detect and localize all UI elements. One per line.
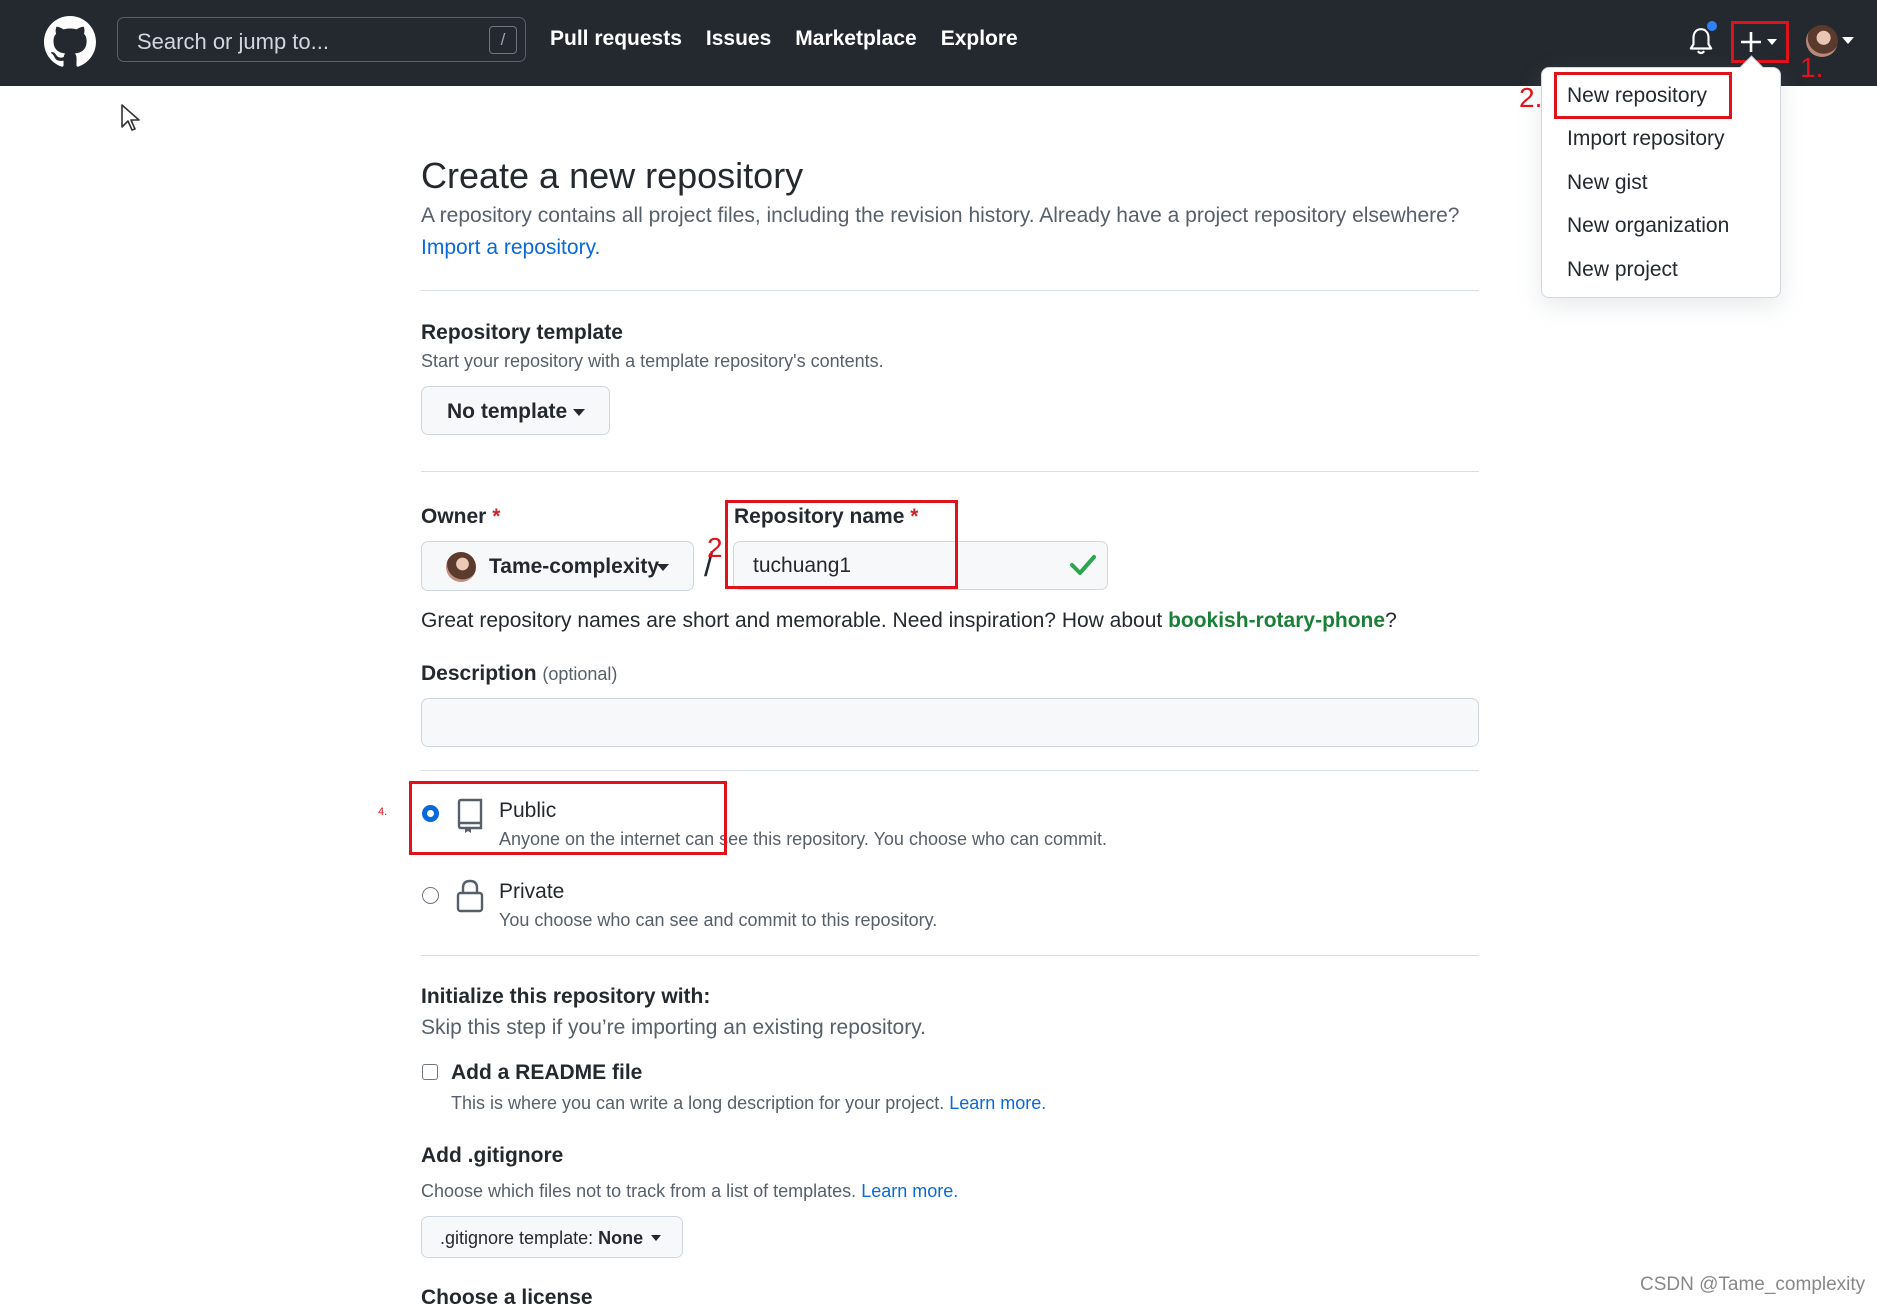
gitignore-note-text: Choose which files not to track from a l… <box>421 1181 857 1201</box>
divider <box>421 955 1479 956</box>
private-radio[interactable] <box>422 887 439 904</box>
annotation-step4: 4. <box>378 806 388 818</box>
page-title: Create a new repository <box>421 155 804 196</box>
lock-icon <box>456 879 484 913</box>
menu-item-new-project[interactable]: New project <box>1567 258 1678 282</box>
optional-marker: (optional) <box>542 664 618 684</box>
readme-checkbox[interactable] <box>422 1064 438 1080</box>
mouse-cursor-icon <box>121 104 140 131</box>
initialize-label: Initialize this repository with: <box>421 985 711 1008</box>
nav-issues[interactable]: Issues <box>706 27 771 51</box>
annotation-step1: 1. <box>1800 52 1824 83</box>
nav-marketplace[interactable]: Marketplace <box>795 27 916 51</box>
chevron-down-icon <box>1842 37 1854 44</box>
private-note: You choose who can see and commit to thi… <box>499 910 938 930</box>
private-title: Private <box>499 880 565 903</box>
notification-indicator <box>1705 19 1719 33</box>
nav-pull-requests[interactable]: Pull requests <box>550 27 682 51</box>
divider <box>421 770 1479 771</box>
readme-note-text: This is where you can write a long descr… <box>451 1093 945 1113</box>
check-icon <box>1070 555 1096 575</box>
annotation-step2-name: 2. <box>707 532 731 563</box>
annotation-box-create <box>1731 21 1789 63</box>
chevron-down-icon <box>651 1235 661 1241</box>
template-select-button[interactable]: No template <box>421 386 610 435</box>
annotation-box-new-repository <box>1554 72 1732 119</box>
search-placeholder: Search or jump to... <box>137 29 329 54</box>
template-select-label: No template <box>447 400 568 423</box>
chevron-down-icon <box>657 564 669 571</box>
watermark: CSDN @Tame_complexity <box>1640 1274 1866 1295</box>
gitignore-select-prefix: .gitignore template: <box>440 1228 599 1248</box>
template-note: Start your repository with a template re… <box>421 351 884 371</box>
owner-select-label: Tame-complexity <box>489 555 659 578</box>
readme-note: This is where you can write a long descr… <box>451 1093 1046 1114</box>
gitignore-select-value: None <box>598 1228 644 1248</box>
description-label-text: Description <box>421 662 537 685</box>
gitignore-select-button[interactable]: .gitignore template: None <box>421 1216 683 1258</box>
annotation-box-repo-name <box>725 500 958 589</box>
page-subtitle: A repository contains all project files,… <box>421 204 1460 227</box>
hint-suffix: ? <box>1385 609 1397 632</box>
global-nav: Pull requests Issues Marketplace Explore <box>550 27 1018 51</box>
divider <box>421 471 1479 472</box>
owner-select-button[interactable]: Tame-complexity <box>421 541 694 591</box>
gitignore-label: Add .gitignore <box>421 1144 564 1167</box>
gitignore-learn-more-link[interactable]: Learn more. <box>861 1181 958 1201</box>
annotation-step2-menu: 2. <box>1519 82 1543 113</box>
name-suggestion-hint: Great repository names are short and mem… <box>421 609 1397 633</box>
nav-explore[interactable]: Explore <box>941 27 1018 51</box>
description-input[interactable] <box>421 698 1479 747</box>
required-marker: * <box>492 505 501 528</box>
gitignore-note: Choose which files not to track from a l… <box>421 1181 958 1202</box>
readme-title: Add a README file <box>451 1061 643 1084</box>
readme-learn-more-link[interactable]: Learn more. <box>949 1093 1046 1113</box>
search-input[interactable]: Search or jump to... / <box>117 17 526 62</box>
search-shortcut-key: / <box>489 26 517 54</box>
chevron-down-icon <box>573 409 585 416</box>
template-label: Repository template <box>421 321 623 344</box>
owner-label-text: Owner <box>421 505 487 528</box>
gitignore-select-label: .gitignore template: None <box>440 1228 643 1249</box>
description-label: Description (optional) <box>421 662 617 686</box>
import-repository-link[interactable]: Import a repository. <box>421 236 600 260</box>
menu-item-new-organization[interactable]: New organization <box>1567 214 1729 238</box>
menu-item-new-gist[interactable]: New gist <box>1567 171 1648 195</box>
annotation-box-public <box>409 781 727 855</box>
license-label: Choose a license <box>421 1286 593 1306</box>
initialize-note: Skip this step if you’re importing an ex… <box>421 1016 927 1039</box>
suggested-name-link[interactable]: bookish-rotary-phone <box>1168 609 1385 632</box>
menu-item-import-repository[interactable]: Import repository <box>1567 127 1725 151</box>
hint-prefix: Great repository names are short and mem… <box>421 609 1169 632</box>
divider <box>421 290 1479 291</box>
owner-label: Owner * <box>421 505 500 529</box>
owner-avatar <box>446 552 476 582</box>
github-logo-icon[interactable] <box>44 16 96 68</box>
